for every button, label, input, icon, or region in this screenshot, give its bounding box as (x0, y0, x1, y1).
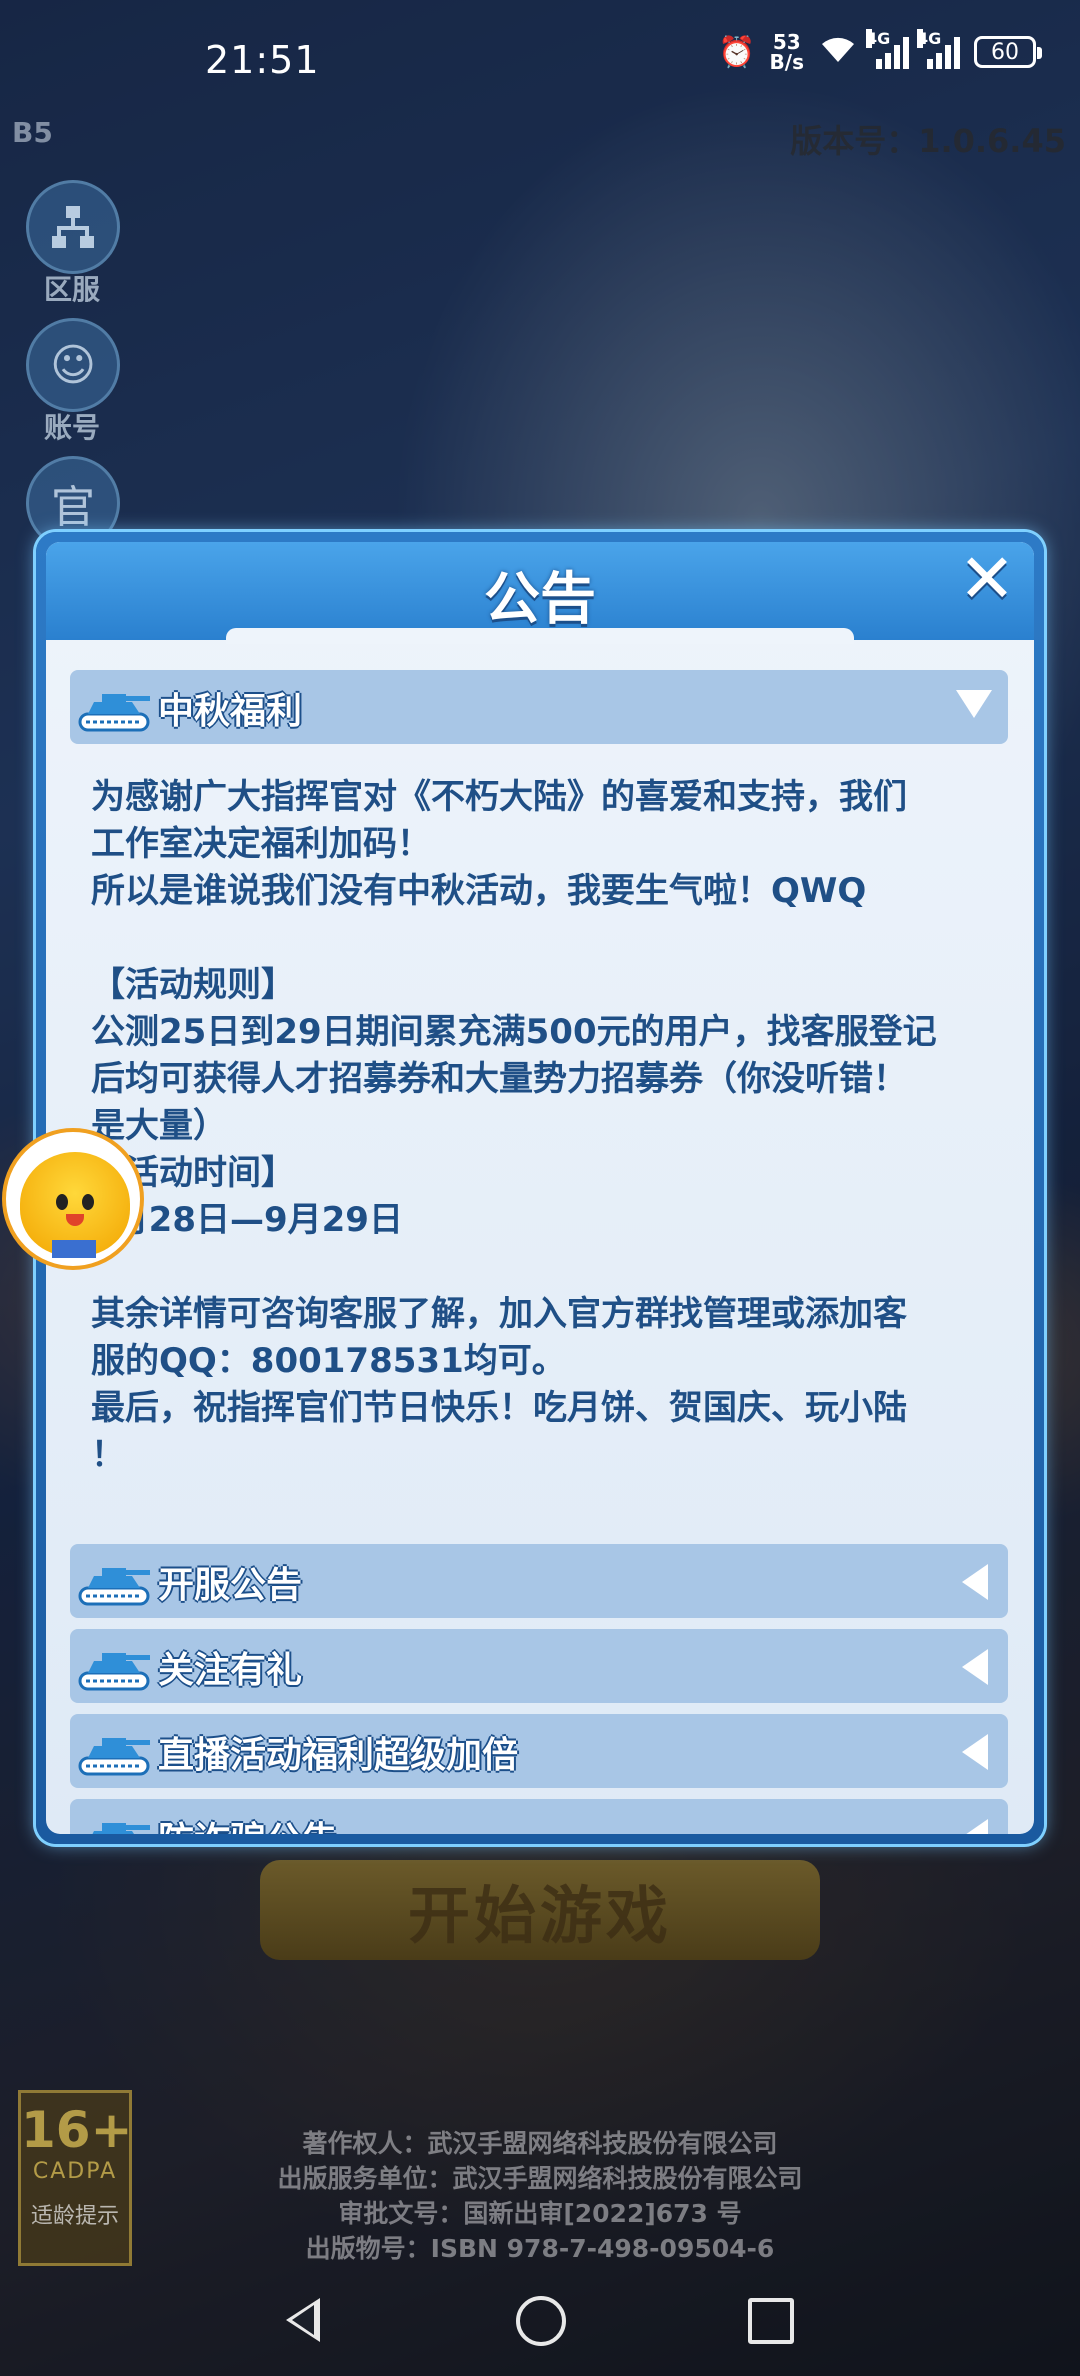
floating-assistant-button[interactable] (2, 1128, 144, 1270)
copyright-info: 著作权人：武汉手盟网络科技股份有限公司 出版服务单位：武汉手盟网络科技股份有限公… (277, 2129, 803, 2263)
server-select-button[interactable]: 区服 (26, 180, 120, 308)
status-bar: 21:51 ⏰ 53 B/s 4G 4G 60 (0, 0, 1080, 120)
account-smiley-icon: ☺ (26, 318, 120, 412)
tank-icon (78, 694, 150, 732)
chevron-left-icon (962, 1734, 988, 1770)
status-icons: ⏰ 53 B/s 4G 4G 60 (718, 29, 1042, 74)
server-code: B5 (12, 116, 53, 149)
content-line: 为感谢广大指挥官对《不朽大陆》的喜爱和支持，我们 (91, 777, 907, 817)
section-header-follow-gift[interactable]: 关注有礼 (70, 1629, 1008, 1703)
tank-icon (78, 1568, 150, 1606)
home-icon[interactable] (516, 2296, 566, 2346)
chevron-left-icon (962, 1649, 988, 1685)
content-line: ！ (91, 1435, 125, 1475)
content-line: 后均可获得人才招募券和大量势力招募券（你没听错！ (91, 1059, 907, 1099)
signal-icon: 4G (866, 29, 909, 69)
signal-icon-2: 4G (917, 29, 960, 69)
content-line: 服的QQ：800178531均可。 (91, 1341, 566, 1381)
chevron-left-icon (962, 1819, 988, 1834)
net-speed: 53 B/s (769, 30, 804, 74)
version-label: 版本号：1.0.6.45 (790, 122, 1066, 160)
alarm-icon: ⏰ (718, 34, 756, 70)
content-line: 工作室决定福利加码！ (91, 824, 431, 864)
content-line: 【活动时间】 (91, 1153, 295, 1193)
dialog-title-bar: 公告 ✕ (46, 542, 1034, 644)
content-line (91, 915, 991, 962)
announcement-content: 为感谢广大指挥官对《不朽大陆》的喜爱和支持，我们 工作室决定福利加码！ 所以是谁… (91, 774, 991, 1479)
content-line: 9月28日—9月29日 (91, 1200, 403, 1240)
chevron-left-icon (962, 1564, 988, 1600)
recent-apps-icon[interactable] (748, 2298, 794, 2344)
status-time: 21:51 (205, 38, 320, 82)
content-line: 其余详情可咨询客服了解，加入官方群找管理或添加客 (91, 1294, 907, 1334)
section-header-mid-autumn[interactable]: 中秋福利 (70, 670, 1008, 744)
tank-icon (92, 1823, 150, 1834)
content-line: 公测25日到29日期间累充满500元的用户，找客服登记 (91, 1012, 937, 1052)
announcement-panel: 公告 ✕ 中秋福利 为感谢广大指挥官对《不朽大陆》的喜爱和支持，我们 工作室决定… (46, 542, 1034, 1834)
content-line (91, 1244, 991, 1291)
account-button[interactable]: ☺ 账号 (26, 318, 120, 446)
system-nav-bar (0, 2282, 1080, 2376)
content-line: 是大量） (91, 1106, 227, 1146)
start-game-button[interactable]: 开始游戏 (260, 1860, 820, 1960)
back-icon[interactable] (286, 2298, 320, 2342)
wifi-icon (818, 32, 858, 72)
section-header-livestream[interactable]: 直播活动福利超级加倍 (70, 1714, 1008, 1788)
section-header-server-open[interactable]: 开服公告 (70, 1544, 1008, 1618)
battery-icon: 60 (974, 36, 1042, 68)
server-icon (26, 180, 120, 274)
announcement-dialog: 公告 ✕ 中秋福利 为感谢广大指挥官对《不朽大陆》的喜爱和支持，我们 工作室决定… (36, 532, 1044, 1844)
chevron-down-icon (956, 690, 992, 718)
content-line: 所以是谁说我们没有中秋活动，我要生气啦！QWQ (91, 871, 867, 911)
close-button[interactable]: ✕ (954, 546, 1020, 616)
content-line: 【活动规则】 (91, 965, 295, 1005)
content-line: 最后，祝指挥官们节日快乐！吃月饼、贺国庆、玩小陆 (91, 1388, 907, 1428)
tank-icon (78, 1653, 150, 1691)
tank-icon (78, 1738, 150, 1776)
dialog-title: 公告 (484, 567, 596, 632)
section-header-anti-fraud[interactable]: 防诈骗公告 (70, 1799, 1008, 1834)
